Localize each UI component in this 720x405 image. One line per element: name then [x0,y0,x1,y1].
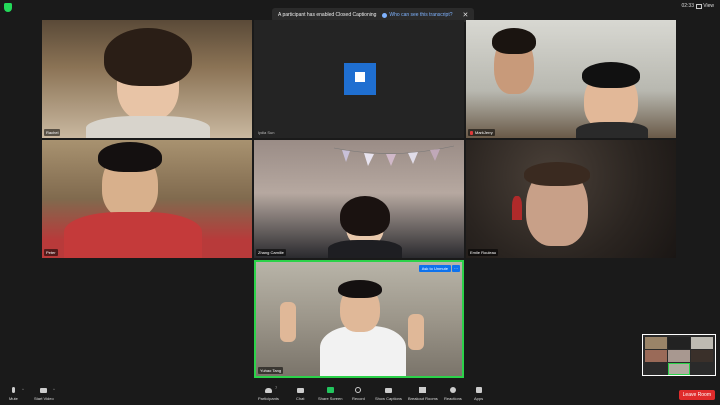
participants-icon [264,386,272,394]
raised-arm [408,314,424,350]
participants-label: Participants [258,396,279,401]
apps-label: Apps [474,396,484,401]
more-options-button[interactable]: ··· [452,265,460,272]
video-tile-markjerry[interactable]: MarkJerry [466,20,676,138]
mute-label: Mute [9,396,18,401]
participant-name: Peter [44,249,58,256]
shirt [328,240,402,258]
mini-tile [668,363,690,375]
hair [98,142,162,172]
show-captions-label: Show Captions [375,396,402,401]
hair [104,28,192,86]
start-video-label: Start Video [34,396,54,401]
hair [492,28,536,54]
chevron-up-icon[interactable]: ^ [53,387,55,392]
participants-count: 7 [275,385,278,390]
view-label: View [703,3,714,9]
reactions-icon [449,386,457,394]
chevron-up-icon[interactable]: ^ [22,387,24,392]
participant-name: Rachel [44,129,61,136]
reactions-label: Reactions [444,396,462,401]
hair [338,280,382,298]
banner-message: A participant has enabled Closed Caption… [278,12,377,18]
show-captions-button[interactable]: Show Captions [375,386,402,401]
mini-tile [691,350,713,362]
mute-button[interactable]: Mute [9,386,18,401]
record-button[interactable]: Record [352,386,365,401]
chat-icon [296,386,304,394]
transcript-link[interactable]: Who can see this transcript? [382,12,453,18]
raised-arm [280,302,296,342]
participant-name: Zhang Camille [256,249,286,256]
grid-icon [696,3,703,9]
ask-to-unmute-button[interactable]: Ask to Unmute [418,265,451,272]
participant-name: Emile Rouleau [468,249,499,256]
gallery-thumbnail[interactable] [642,334,716,376]
breakout-rooms-icon [419,386,427,394]
mini-tile [645,350,667,362]
closed-caption-icon [384,386,392,394]
share-screen-icon [326,386,334,394]
video-camera-icon [40,386,48,394]
reactions-button[interactable]: Reactions [444,386,462,401]
breakout-rooms-button[interactable]: Breakout Rooms [408,386,438,401]
clock: 02:33 [681,3,694,9]
hair [582,62,640,88]
participant-name: MarkJerry [468,129,495,136]
video-tile-zhang-camille[interactable]: Zhang Camille [254,140,464,258]
profile-logo-icon [344,63,376,95]
participant-name: lydia Sun [258,130,275,135]
leave-room-button[interactable]: Leave Room [678,390,715,400]
view-button[interactable]: View [696,3,714,9]
record-icon [354,386,362,394]
start-video-button[interactable]: Start Video [34,386,54,401]
microphone-icon [9,386,17,394]
shield-icon[interactable] [4,3,12,12]
shirt [64,212,202,258]
video-tile-peter[interactable]: Peter [42,140,252,258]
mini-tile [645,337,667,349]
muted-mic-icon [470,130,473,135]
mini-tile [691,337,713,349]
apps-icon [475,386,483,394]
shirt [86,116,210,138]
video-tile-emile-rouleau[interactable]: Emile Rouleau [466,140,676,258]
meeting-toolbar: Mute ^ Start Video ^ Participants 7 Chat… [0,384,720,405]
person-icon [382,12,388,18]
bunting-decoration [334,145,454,166]
chat-label: Chat [296,396,305,401]
video-tile-yuhao-tang[interactable]: Ask to Unmute ··· Yuhao Tang [254,260,464,378]
shirt [576,122,648,138]
chat-button[interactable]: Chat [296,386,304,401]
background-object [512,196,522,220]
video-tile-rachel[interactable]: Rachel [42,20,252,138]
close-icon[interactable]: ✕ [463,11,469,19]
mini-tile [668,350,690,362]
apps-button[interactable]: Apps [474,386,483,401]
breakout-rooms-label: Breakout Rooms [408,396,438,401]
video-tile-lydia[interactable]: lydia Sun [254,20,464,138]
unmute-controls: Ask to Unmute ··· [418,265,460,272]
top-bar: A participant has enabled Closed Caption… [0,0,720,22]
share-screen-label: Share Screen [318,396,343,401]
hair [524,162,590,186]
shirt [320,326,406,376]
share-screen-button[interactable]: Share Screen [318,386,342,401]
mini-tile [668,337,690,349]
transcript-link-label: Who can see this transcript? [389,12,453,18]
participant-name: Yuhao Tang [258,367,284,374]
hair [340,196,390,236]
record-label: Record [352,396,365,401]
